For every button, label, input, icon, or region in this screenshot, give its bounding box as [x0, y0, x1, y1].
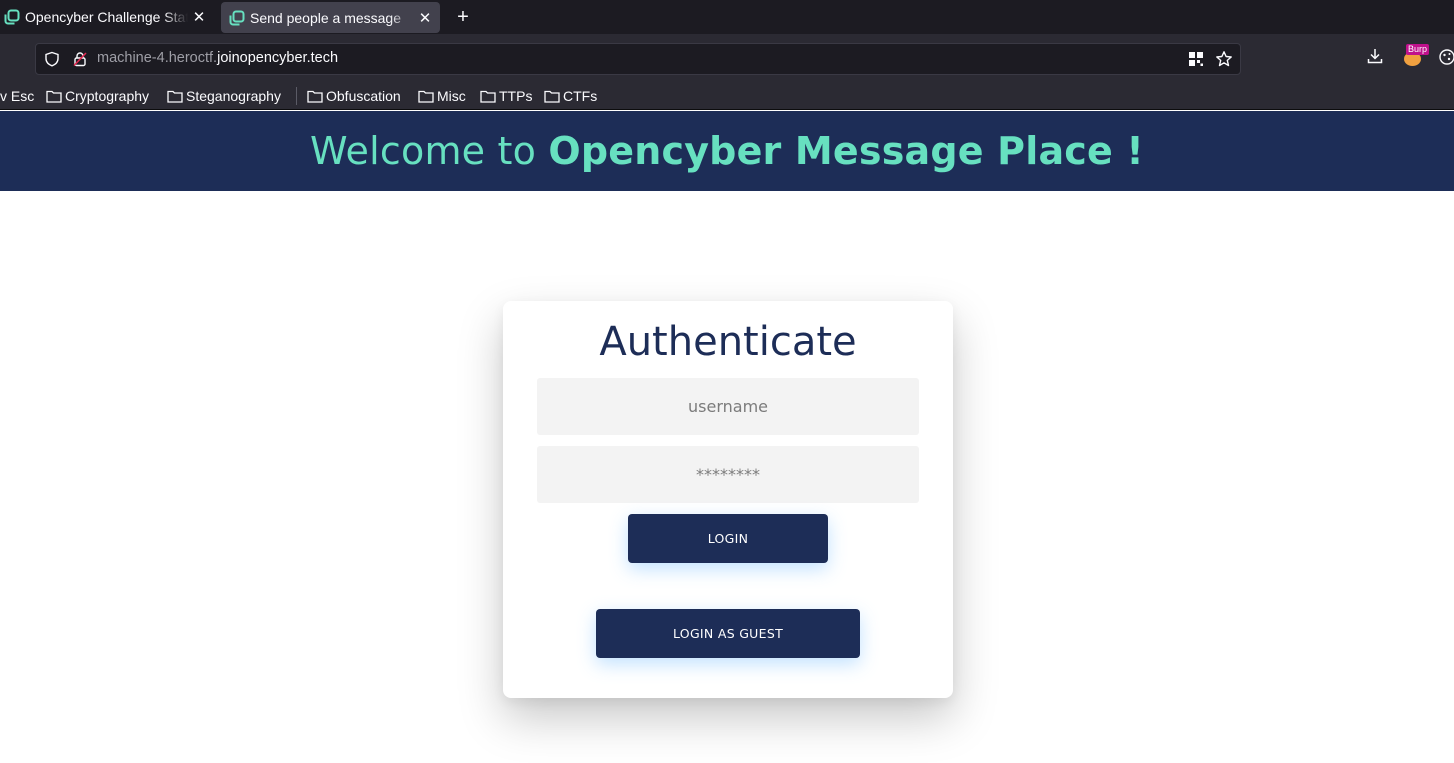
download-icon[interactable] [1366, 47, 1384, 65]
bookmark-label: CTFs [563, 88, 598, 104]
welcome-heading: Welcome to Opencyber Message Place ! [310, 129, 1144, 173]
bookmark-steganography[interactable]: Steganography [167, 86, 281, 106]
folder-icon [307, 90, 323, 103]
tab-close-icon[interactable]: ✕ [190, 8, 208, 26]
login-button[interactable]: LOGIN [628, 514, 828, 563]
login-as-guest-button[interactable]: LOGIN AS GUEST [596, 609, 860, 658]
folder-icon [167, 90, 183, 103]
username-input[interactable] [537, 378, 919, 435]
new-tab-button[interactable]: + [452, 6, 474, 28]
tab-opencyber-challenge[interactable]: Opencyber Challenge Stat ✕ [0, 0, 214, 34]
bookmark-label: Misc [437, 88, 466, 104]
site-name: Opencyber Message Place ! [548, 129, 1144, 173]
welcome-text: Welcome to [310, 129, 549, 173]
folder-icon [544, 90, 560, 103]
cookie-extension-icon[interactable] [1438, 48, 1454, 66]
bookmarks-toolbar: v Esc Cryptography Steganography Obfusca… [0, 82, 1454, 110]
tab-send-message[interactable]: Send people a message ✕ [221, 2, 440, 33]
password-input[interactable] [537, 446, 919, 503]
tab-bar: Opencyber Challenge Stat ✕ Send people a… [0, 0, 1454, 34]
opencyber-favicon-icon [4, 9, 20, 25]
bookmark-label: TTPs [499, 88, 533, 104]
bookmark-star-icon[interactable] [1215, 50, 1233, 68]
tab-close-icon[interactable]: ✕ [416, 9, 434, 27]
burp-extension-icon[interactable]: Burp [1402, 44, 1430, 70]
folder-icon [480, 90, 496, 103]
bookmark-misc[interactable]: Misc [418, 86, 466, 106]
bookmark-separator [296, 87, 297, 105]
url-domain: joinopencyber.tech [217, 50, 339, 66]
bookmark-ctfs[interactable]: CTFs [544, 86, 597, 106]
opencyber-favicon-icon [229, 10, 245, 25]
url-bar[interactable]: machine-4.heroctf.joinopencyber.tech [35, 43, 1241, 75]
auth-title: Authenticate [599, 319, 857, 365]
bookmark-priv-esc[interactable]: v Esc [0, 86, 34, 106]
tab-title: Opencyber Challenge Stat [25, 9, 188, 25]
bookmark-obfuscation[interactable]: Obfuscation [307, 86, 401, 106]
bookmark-label: Obfuscation [326, 88, 401, 104]
extension-badge: Burp [1406, 44, 1430, 55]
tab-title: Send people a message [250, 9, 401, 26]
navigation-toolbar: machine-4.heroctf.joinopencyber.tech Bur… [0, 34, 1454, 82]
insecure-lock-icon[interactable] [72, 51, 88, 67]
qr-code-icon[interactable] [1188, 51, 1204, 67]
url-subdomain: machine-4.heroctf. [97, 50, 218, 66]
url-text[interactable]: machine-4.heroctf.joinopencyber.tech [97, 50, 338, 66]
bookmark-label: v Esc [0, 88, 35, 104]
folder-icon [46, 90, 62, 103]
shield-icon[interactable] [44, 51, 60, 67]
bookmark-label: Steganography [186, 88, 281, 104]
bookmark-label: Cryptography [65, 88, 150, 104]
auth-card: Authenticate LOGIN LOGIN AS GUEST [503, 301, 953, 698]
folder-icon [418, 90, 434, 103]
bookmark-cryptography[interactable]: Cryptography [46, 86, 149, 106]
site-header: Welcome to Opencyber Message Place ! [0, 111, 1454, 191]
bookmark-ttps[interactable]: TTPs [480, 86, 532, 106]
